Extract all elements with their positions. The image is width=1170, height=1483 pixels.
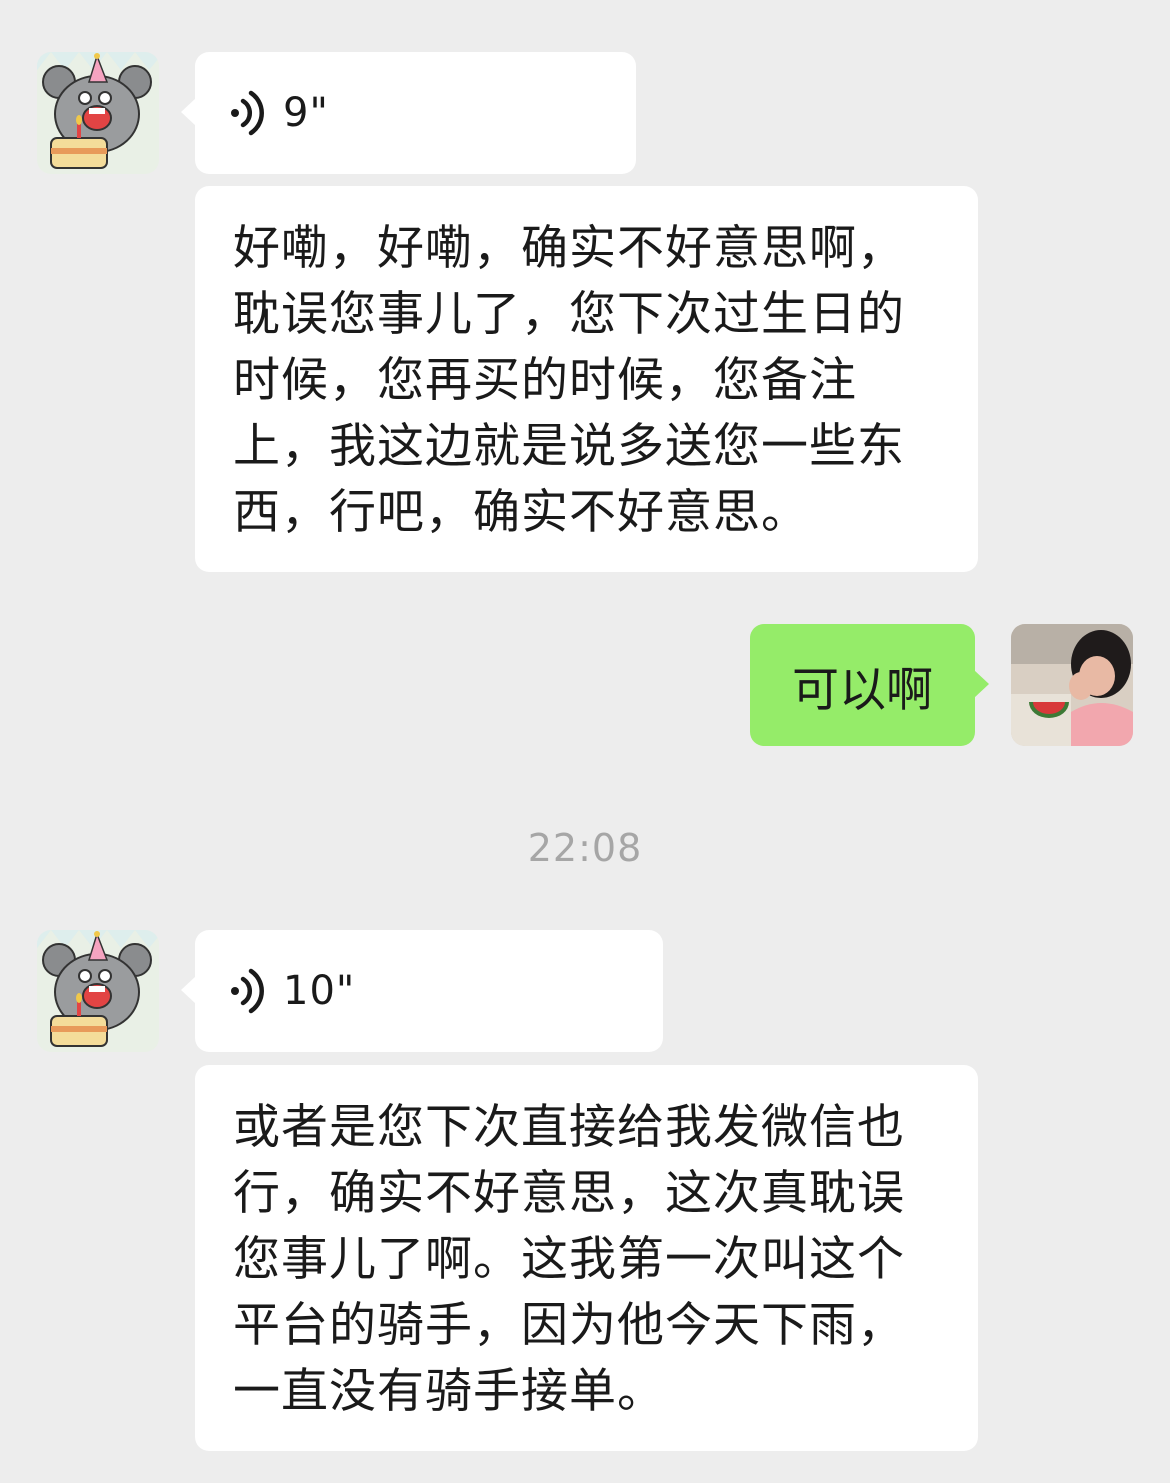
sent-message-bubble[interactable]: 可以啊 [750, 624, 989, 746]
my-avatar[interactable] [1011, 624, 1133, 746]
message-text: 或者是您下次直接给我发微信也行，确实不好意思，这次真耽误您事儿了啊。这我第一次叫… [233, 1100, 905, 1419]
voice-message-bubble[interactable]: 10" [181, 930, 663, 1052]
birthday-mouse-icon [37, 52, 159, 174]
voice-duration: 9" [283, 90, 329, 136]
text-message-bubble[interactable]: 或者是您下次直接给我发微信也行，确实不好意思，这次真耽误您事儿了啊。这我第一次叫… [195, 1065, 978, 1451]
message-text: 可以啊 [792, 662, 933, 718]
bubble-tail [181, 98, 196, 126]
contact-avatar[interactable] [37, 52, 159, 174]
voice-duration: 10" [283, 968, 356, 1014]
user-photo-icon [1011, 624, 1133, 746]
birthday-mouse-icon [37, 930, 159, 1052]
voice-message-bubble[interactable]: 9" [181, 52, 636, 174]
voice-wave-icon [231, 968, 264, 1014]
timestamp: 22:08 [527, 826, 643, 870]
bubble-tail [181, 976, 196, 1004]
message-text: 好嘞，好嘞，确实不好意思啊，耽误您事儿了，您下次过生日的时候，您再买的时候，您备… [233, 221, 905, 540]
contact-avatar[interactable] [37, 930, 159, 1052]
bubble-tail [974, 670, 989, 698]
voice-wave-icon [231, 90, 264, 136]
text-message-bubble[interactable]: 好嘞，好嘞，确实不好意思啊，耽误您事儿了，您下次过生日的时候，您再买的时候，您备… [195, 186, 978, 572]
